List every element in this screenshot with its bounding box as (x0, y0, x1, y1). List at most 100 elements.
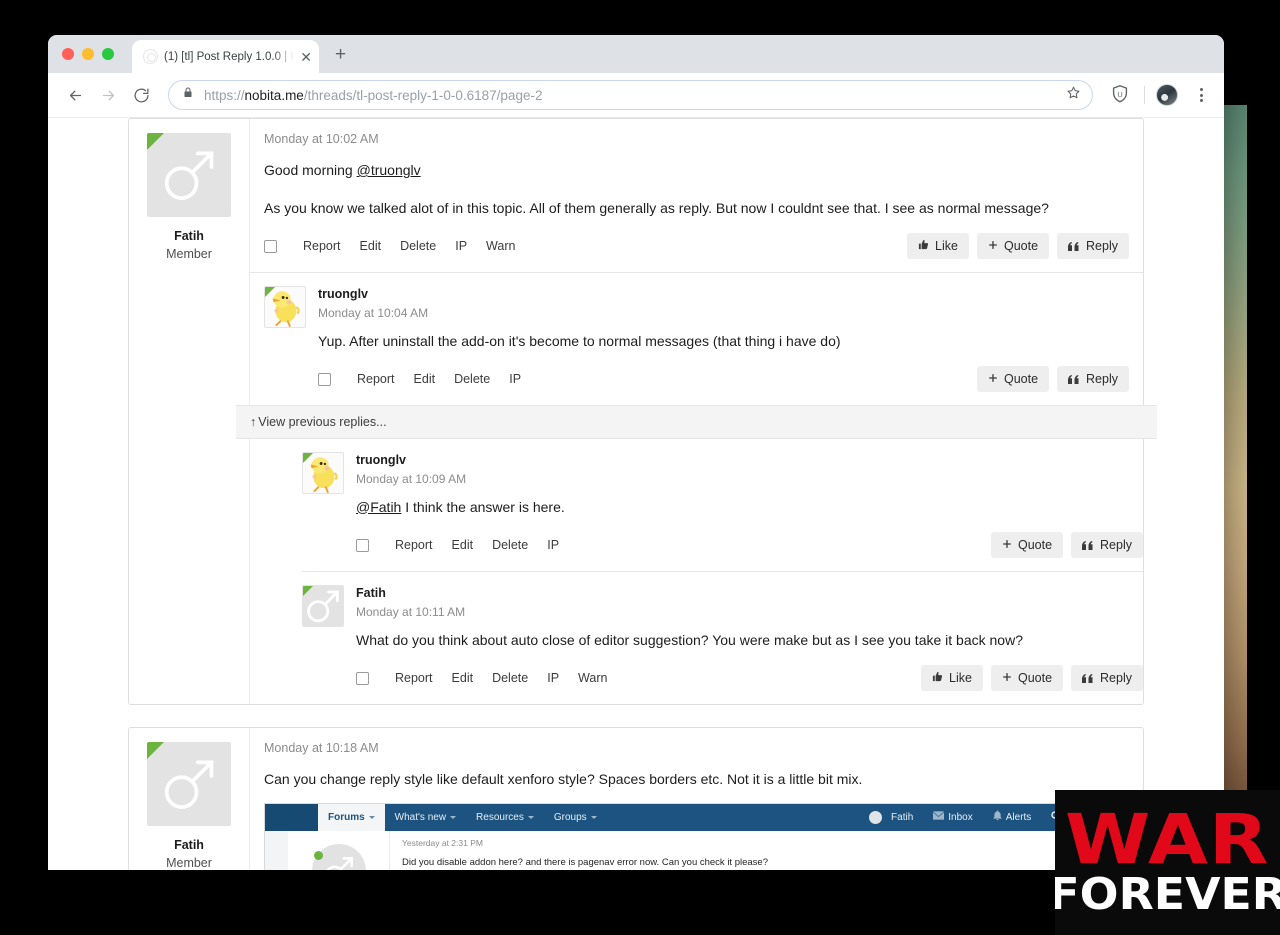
embedded-nav-groups[interactable]: Groups (544, 804, 607, 831)
warn-link[interactable]: Warn (578, 671, 607, 685)
reply-buttons: Like Quote Reply (921, 665, 1143, 692)
like-button[interactable]: Like (907, 233, 969, 260)
mention-link[interactable]: @Fatih (356, 499, 401, 515)
chevron-down-icon (590, 815, 597, 819)
report-link[interactable]: Report (303, 239, 341, 253)
post-timestamp[interactable]: Monday at 10:18 AM (264, 741, 1129, 755)
report-link[interactable]: Report (395, 538, 433, 552)
post-action-row: Report Edit Delete IP Warn Like Quote Re… (264, 219, 1129, 272)
new-tab-button[interactable]: + (335, 45, 346, 64)
embedded-post-content: Yesterday at 2:31 PM Did you disable add… (390, 830, 1116, 870)
embedded-nav-resources[interactable]: Resources (466, 804, 544, 831)
embedded-nav-alerts[interactable]: Alerts (983, 804, 1042, 831)
reply-timestamp[interactable]: Monday at 10:11 AM (356, 605, 1143, 619)
post-timestamp[interactable]: Monday at 10:02 AM (264, 132, 1129, 146)
ip-link[interactable]: IP (547, 671, 559, 685)
delete-link[interactable]: Delete (454, 372, 490, 386)
mention-link[interactable]: @truonglv (357, 162, 421, 178)
online-corner-icon (147, 742, 164, 760)
minimize-window-button[interactable] (82, 48, 94, 60)
chevron-down-icon (527, 815, 534, 819)
maximize-window-button[interactable] (102, 48, 114, 60)
select-reply-checkbox[interactable] (356, 671, 369, 685)
post-content: Monday at 10:18 AM Can you change reply … (250, 728, 1143, 870)
avatar[interactable] (147, 133, 231, 217)
report-link[interactable]: Report (395, 671, 433, 685)
ip-link[interactable]: IP (455, 239, 467, 253)
bookmark-star-icon[interactable] (1066, 85, 1081, 105)
reply-button[interactable]: Reply (1057, 233, 1129, 260)
reply-timestamp[interactable]: Monday at 10:09 AM (356, 472, 1143, 486)
reply-label: Reply (1100, 671, 1132, 686)
edit-link[interactable]: Edit (414, 372, 436, 386)
back-button[interactable] (60, 80, 90, 110)
profile-avatar[interactable] (1156, 84, 1178, 106)
view-previous-replies-button[interactable]: ↑ View previous replies... (236, 405, 1157, 440)
browser-tab[interactable]: (1) [tl] Post Reply 1.0.0 | Page 2 ✕ (132, 40, 319, 73)
close-tab-icon[interactable]: ✕ (300, 50, 312, 64)
embedded-nav-whats-new[interactable]: What's new (385, 804, 466, 831)
select-post-checkbox[interactable] (264, 239, 277, 253)
quote-label: Quote (1017, 671, 1053, 686)
avatar[interactable] (302, 585, 344, 628)
ip-link[interactable]: IP (547, 538, 559, 552)
embedded-nav-inbox[interactable]: Inbox (923, 804, 982, 831)
delete-link[interactable]: Delete (492, 671, 528, 685)
edit-link[interactable]: Edit (452, 538, 474, 552)
reply-label: Reply (1100, 538, 1132, 553)
edit-link[interactable]: Edit (360, 239, 382, 253)
url-text: https://nobita.me/threads/tl-post-reply-… (204, 87, 543, 103)
reply-button[interactable]: Reply (1057, 366, 1129, 393)
embedded-timestamp: Yesterday at 2:31 PM (402, 837, 483, 848)
report-link[interactable]: Report (357, 372, 395, 386)
close-window-button[interactable] (62, 48, 74, 60)
reload-button[interactable] (126, 80, 156, 110)
avatar[interactable] (302, 452, 344, 495)
reply-body: What do you think about auto close of ed… (356, 631, 1023, 648)
embedded-nav-user[interactable]: Fatih (859, 804, 923, 831)
extension-shield-icon[interactable]: U (1109, 83, 1133, 107)
quote-button[interactable]: Quote (990, 532, 1064, 559)
avatar[interactable] (147, 742, 231, 827)
post-body: Can you change reply style like default … (264, 769, 1129, 791)
quote-button[interactable]: Quote (976, 366, 1050, 393)
embedded-screenshot-image[interactable]: Forums What's new Resources Groups Fatih… (264, 802, 1117, 870)
ip-link[interactable]: IP (509, 372, 521, 386)
plus-icon (1002, 672, 1012, 685)
reply-timestamp[interactable]: Monday at 10:04 AM (318, 306, 1129, 320)
quote-button[interactable]: Quote (990, 665, 1064, 692)
browser-menu-button[interactable] (1190, 88, 1212, 102)
reply-author[interactable]: truonglv (318, 286, 1129, 302)
avatar[interactable] (311, 843, 366, 870)
reply-buttons: Quote Reply (990, 532, 1143, 559)
reply-author[interactable]: truonglv (356, 452, 1143, 468)
bell-icon (993, 810, 1002, 824)
address-bar[interactable]: https://nobita.me/threads/tl-post-reply-… (168, 80, 1093, 110)
embedded-nav-forums[interactable]: Forums (318, 803, 385, 831)
reply-content: Fatih Monday at 10:11 AM What do you thi… (356, 585, 1143, 704)
sub-reply-list: truonglv Monday at 10:09 AM @Fatih I thi… (302, 439, 1143, 704)
post-body: Good morning @truonglv As you know we ta… (264, 160, 1129, 219)
reply-button[interactable]: Reply (1071, 665, 1143, 692)
post-buttons: Like Quote Reply (907, 233, 1129, 260)
quote-label: Quote (1003, 372, 1039, 387)
reply-item: Fatih Monday at 10:11 AM What do you thi… (302, 571, 1143, 704)
select-reply-checkbox[interactable] (356, 538, 369, 552)
watermark-line-2: FOREVER (1055, 869, 1280, 921)
like-button[interactable]: Like (921, 665, 983, 692)
delete-link[interactable]: Delete (492, 538, 528, 552)
author-name[interactable]: Fatih (139, 227, 239, 245)
delete-link[interactable]: Delete (400, 239, 436, 253)
edit-link[interactable]: Edit (452, 671, 474, 685)
quote-marks-icon (1082, 539, 1094, 552)
reply-author[interactable]: Fatih (356, 585, 1143, 601)
post-paragraph: Good morning @truonglv (264, 160, 1129, 182)
forward-button[interactable] (93, 80, 123, 110)
reply-button[interactable]: Reply (1071, 532, 1143, 559)
plus-icon (988, 373, 998, 386)
select-reply-checkbox[interactable] (318, 372, 331, 386)
warn-link[interactable]: Warn (486, 239, 515, 253)
quote-button[interactable]: Quote (976, 233, 1050, 260)
author-name[interactable]: Fatih (139, 836, 239, 854)
avatar[interactable] (264, 286, 306, 329)
